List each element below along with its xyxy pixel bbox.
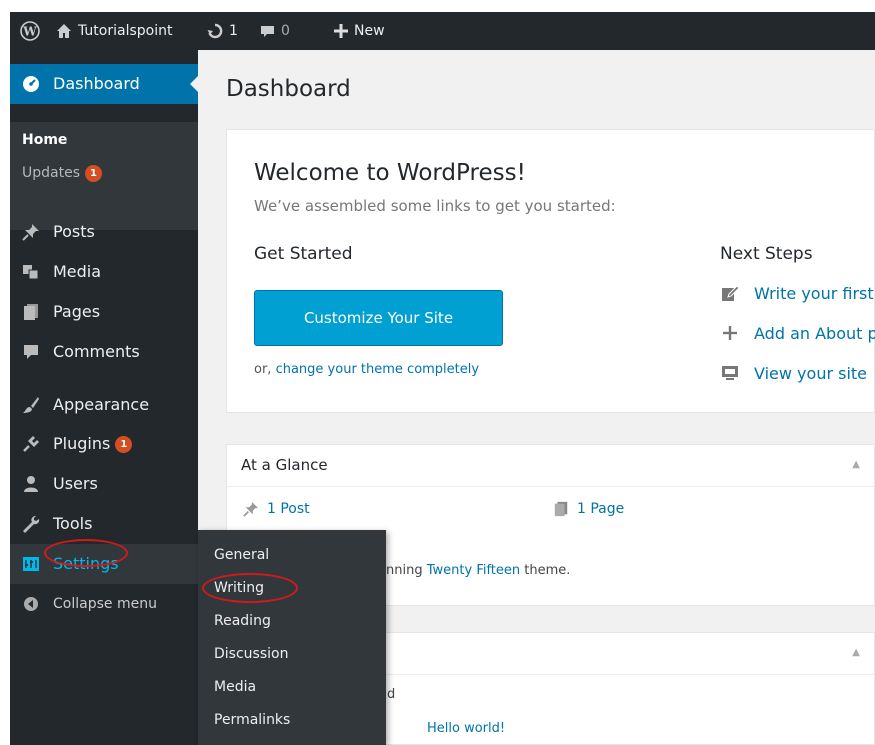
menu-comments-label: Comments bbox=[53, 342, 140, 361]
next-steps-heading: Next Steps bbox=[720, 244, 813, 264]
glance-pages-link[interactable]: 1 Page bbox=[553, 501, 624, 517]
menu-posts[interactable]: Posts bbox=[10, 212, 198, 252]
plug-icon bbox=[22, 435, 40, 453]
or-text: or, bbox=[254, 362, 272, 377]
pages-icon bbox=[554, 501, 568, 517]
add-about-page-link[interactable]: Add an About p bbox=[720, 321, 875, 345]
media-icon bbox=[22, 263, 40, 281]
flyout-general[interactable]: General bbox=[214, 545, 269, 565]
glance-posts-label: 1 Post bbox=[267, 501, 310, 517]
monitor-icon bbox=[720, 363, 740, 383]
comments-link[interactable]: 0 bbox=[260, 12, 290, 50]
site-name-link[interactable]: Tutorialspoint bbox=[56, 12, 172, 50]
menu-tools-label: Tools bbox=[53, 514, 93, 533]
flyout-permalinks[interactable]: Permalinks bbox=[214, 710, 290, 730]
welcome-subtitle: We’ve assembled some links to get you st… bbox=[254, 197, 616, 215]
collapse-arrow-icon bbox=[22, 595, 40, 613]
at-a-glance-header[interactable]: At a Glance ▲ bbox=[227, 445, 874, 487]
flyout-writing[interactable]: Writing bbox=[214, 578, 264, 598]
menu-settings-label: Settings bbox=[53, 554, 119, 573]
collapse-menu-button[interactable]: Collapse menu bbox=[10, 584, 198, 624]
menu-dashboard-label: Dashboard bbox=[53, 74, 140, 93]
menu-pages-label: Pages bbox=[53, 302, 101, 321]
next-step-1-label: Write your first bbox=[754, 283, 874, 303]
pages-icon bbox=[22, 303, 40, 321]
plus-icon bbox=[334, 24, 348, 38]
wordpress-logo-button[interactable]: W bbox=[20, 12, 40, 50]
theme-name-link[interactable]: Twenty Fifteen bbox=[427, 563, 520, 578]
paintbrush-icon bbox=[22, 396, 40, 414]
theme-suffix: theme. bbox=[524, 563, 571, 578]
plugins-label-text: Plugins bbox=[53, 434, 111, 453]
at-a-glance-title: At a Glance bbox=[241, 456, 328, 474]
welcome-panel: Welcome to WordPress! We’ve assembled so… bbox=[226, 129, 875, 413]
theme-prefix: nning bbox=[386, 563, 423, 578]
menu-settings[interactable]: Settings bbox=[10, 544, 198, 584]
admin-sidebar: Dashboard Home Updates 1 Posts Media Page… bbox=[10, 50, 198, 745]
menu-plugins-label: Plugins 1 bbox=[53, 434, 133, 454]
change-theme-link[interactable]: change your theme completely bbox=[276, 362, 480, 377]
comment-bubble-icon bbox=[261, 25, 274, 37]
plus-icon bbox=[720, 323, 740, 343]
home-icon bbox=[57, 24, 71, 38]
dashboard-icon bbox=[22, 75, 40, 93]
menu-media-label: Media bbox=[53, 262, 102, 281]
updates-badge: 1 bbox=[85, 164, 102, 182]
edit-page-icon bbox=[720, 283, 740, 303]
comments-count: 0 bbox=[281, 23, 290, 39]
menu-users-label: Users bbox=[53, 474, 98, 493]
settings-icon bbox=[22, 555, 40, 573]
svg-text:W: W bbox=[22, 25, 37, 39]
submenu-updates-label: Updates bbox=[22, 165, 80, 181]
collapse-toggle-icon[interactable]: ▲ bbox=[852, 647, 860, 658]
wordpress-logo-icon: W bbox=[20, 21, 40, 41]
plugins-badge: 1 bbox=[115, 436, 133, 453]
menu-media[interactable]: Media bbox=[10, 252, 198, 292]
menu-comments[interactable]: Comments bbox=[10, 332, 198, 372]
customize-site-button[interactable]: Customize Your Site bbox=[254, 290, 503, 346]
next-step-3-label: View your site bbox=[754, 363, 868, 383]
menu-appearance[interactable]: Appearance bbox=[10, 385, 198, 425]
submenu-home[interactable]: Home bbox=[22, 130, 67, 150]
settings-flyout-menu: General Writing Reading Discussion Media… bbox=[198, 530, 386, 745]
site-name: Tutorialspoint bbox=[78, 23, 173, 39]
updates-link[interactable]: 1 bbox=[207, 12, 238, 50]
welcome-title: Welcome to WordPress! bbox=[254, 160, 526, 186]
new-content-link[interactable]: New bbox=[334, 12, 385, 50]
flyout-media[interactable]: Media bbox=[214, 677, 256, 697]
browser-viewport: W Tutorialspoint 1 0 New Dashboard Home bbox=[10, 12, 875, 745]
glance-posts-link[interactable]: 1 Post bbox=[243, 501, 310, 517]
get-started-heading: Get Started bbox=[254, 244, 353, 264]
menu-users[interactable]: Users bbox=[10, 464, 198, 504]
submenu-updates[interactable]: Updates 1 bbox=[22, 163, 102, 183]
flyout-reading[interactable]: Reading bbox=[214, 611, 271, 631]
change-theme-text: or, change your theme completely bbox=[254, 362, 479, 377]
users-icon bbox=[22, 475, 40, 493]
wrench-icon bbox=[22, 515, 40, 533]
pushpin-icon bbox=[243, 501, 259, 517]
menu-appearance-label: Appearance bbox=[53, 395, 150, 414]
menu-posts-label: Posts bbox=[53, 222, 95, 241]
menu-plugins[interactable]: Plugins 1 bbox=[10, 424, 198, 464]
menu-dashboard[interactable]: Dashboard bbox=[10, 64, 198, 104]
menu-pages[interactable]: Pages bbox=[10, 292, 198, 332]
menu-tools[interactable]: Tools bbox=[10, 504, 198, 544]
next-step-2-label: Add an About p bbox=[754, 323, 875, 343]
activity-partial-text: d bbox=[387, 687, 396, 702]
theme-info: nning Twenty Fifteen theme. bbox=[386, 563, 570, 578]
page-title: Dashboard bbox=[226, 76, 351, 102]
admin-bar: W Tutorialspoint 1 0 New bbox=[10, 12, 875, 50]
pushpin-icon bbox=[22, 223, 40, 241]
view-site-link[interactable]: View your site bbox=[720, 361, 867, 385]
updates-icon bbox=[207, 23, 223, 39]
glance-pages-label: 1 Page bbox=[577, 501, 625, 517]
collapse-toggle-icon[interactable]: ▲ bbox=[852, 459, 860, 470]
write-first-post-link[interactable]: Write your first bbox=[720, 281, 874, 305]
collapse-menu-label: Collapse menu bbox=[53, 596, 157, 612]
hello-world-link[interactable]: Hello world! bbox=[427, 721, 505, 736]
comments-icon bbox=[22, 343, 40, 361]
flyout-discussion[interactable]: Discussion bbox=[214, 644, 288, 664]
new-label: New bbox=[354, 23, 385, 39]
updates-count: 1 bbox=[229, 23, 238, 39]
